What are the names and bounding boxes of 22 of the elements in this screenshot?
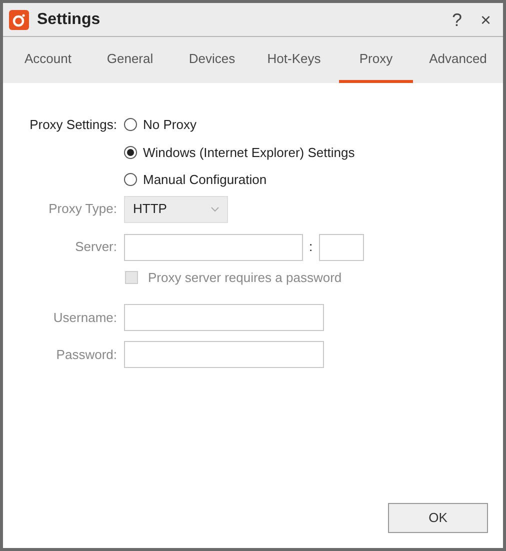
- radio-option[interactable]: Manual Configuration: [124, 170, 267, 190]
- ok-button[interactable]: OK: [388, 503, 488, 533]
- field-label: Password:: [55, 346, 118, 364]
- field-label: Proxy Settings:: [28, 116, 118, 134]
- tab[interactable]: Hot-Keys: [257, 37, 331, 83]
- field-label: Proxy Type:: [48, 200, 118, 218]
- tab[interactable]: General: [93, 37, 167, 83]
- app-logo-icon: [9, 10, 29, 30]
- port-separator: :: [309, 238, 313, 256]
- window-title: Settings: [37, 10, 100, 30]
- caret-icon: [211, 206, 219, 212]
- field-label: Server:: [74, 238, 118, 256]
- field-label: Username:: [52, 308, 118, 327]
- tab[interactable]: Devices: [175, 37, 249, 83]
- radio-option[interactable]: Windows (Internet Explorer) Settings: [124, 142, 355, 162]
- tab[interactable]: Advanced: [421, 37, 495, 83]
- tab[interactable]: Proxy: [339, 37, 413, 83]
- checkbox-label: Proxy server requires a password: [148, 268, 342, 287]
- title-bar-button[interactable]: ?: [446, 10, 468, 28]
- radio-option[interactable]: No Proxy: [124, 115, 196, 134]
- tab[interactable]: Account: [11, 37, 85, 83]
- title-bar-button[interactable]: ×: [474, 10, 497, 28]
